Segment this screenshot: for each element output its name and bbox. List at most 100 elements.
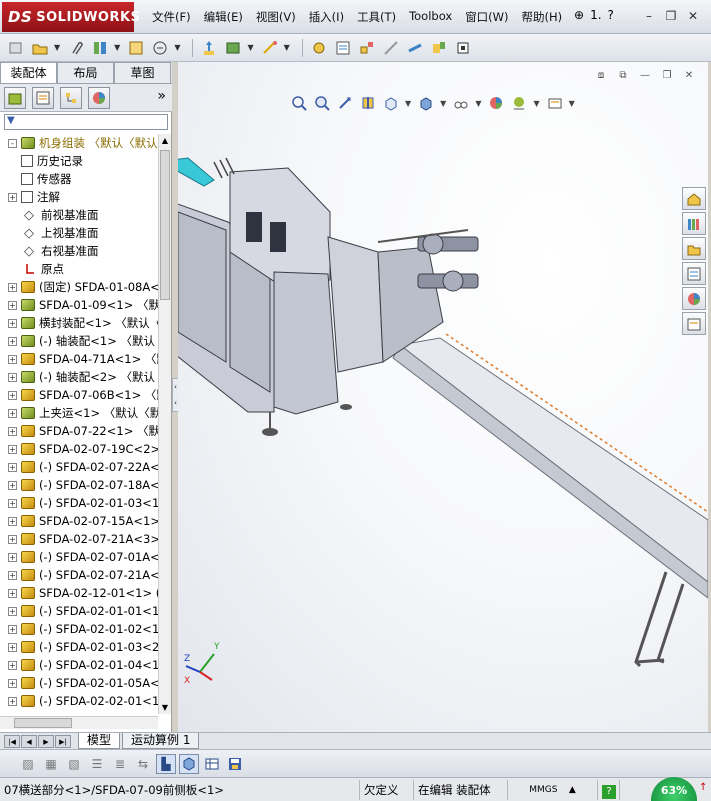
restore-icon[interactable]: ❐ [661,8,681,24]
shaded-edges-icon[interactable]: ▨ [18,754,38,774]
expand-toggle-icon[interactable]: + [8,498,17,508]
tree-item[interactable]: + (-) SFDA-02-01-01<1 [0,602,158,620]
tree-item[interactable]: + (固定) SFDA-01-08A< [0,278,158,296]
align-icon[interactable]: ⇆ [133,754,153,774]
clearance-verification-icon[interactable] [429,38,449,58]
appearances-scenes-icon[interactable] [682,287,706,310]
tree-item[interactable]: + (-) SFDA-02-01-02<1 [0,620,158,638]
show-dropdown-icon[interactable]: ▼ [247,43,253,52]
new-part-icon[interactable] [6,38,26,58]
more-tabs-icon[interactable]: » [157,88,166,104]
explode-line-sketch-icon[interactable] [381,38,401,58]
expand-toggle-icon[interactable]: + [8,336,17,346]
expand-toggle-icon[interactable]: + [8,606,17,616]
last-tab-icon[interactable]: ▶| [55,734,71,748]
table-view-icon[interactable] [202,754,222,774]
tree-item[interactable]: 原点 [0,260,158,278]
display-manager-icon[interactable] [88,86,110,109]
tree-horizontal-scrollbar[interactable] [0,716,158,729]
component-view-icon[interactable]: ▙ [156,753,176,774]
list-view-icon[interactable]: ≣ [110,754,130,774]
minimize-icon[interactable]: – [639,8,659,24]
open-folder-icon[interactable] [30,38,50,58]
exploded-view-icon[interactable] [357,38,377,58]
property-manager-icon[interactable] [32,86,54,109]
tree-item[interactable]: + (-) SFDA-02-02-01<1 [0,692,158,710]
expand-toggle-icon[interactable]: + [8,282,17,292]
scroll-down-icon[interactable]: ▼ [159,701,171,714]
tree-item[interactable]: + (-) SFDA-02-01-05A< [0,674,158,692]
show-hidden-icon[interactable] [223,38,243,58]
bill-of-materials-icon[interactable] [333,38,353,58]
status-help-icon[interactable]: ? [598,779,620,800]
expand-toggle-icon[interactable]: + [8,300,17,310]
menu-edit[interactable]: 编辑(E) [204,9,243,25]
tree-item[interactable]: + 横封装配<1> 〈默认〈 [0,314,158,332]
expand-toggle-icon[interactable]: + [8,642,17,652]
menu-insert[interactable]: 插入(I) [309,9,344,25]
tree-item[interactable]: + SFDA-02-07-19C<2> ( [0,440,158,458]
expand-toggle-icon[interactable]: + [8,588,17,598]
configuration-manager-icon[interactable] [60,86,82,109]
cube-view-icon[interactable] [179,753,199,774]
next-tab-icon[interactable]: ▶ [38,734,54,748]
shaded-icon[interactable]: ▦ [41,754,61,774]
expand-toggle-icon[interactable]: + [8,426,17,436]
expand-toggle-icon[interactable]: + [8,516,17,526]
expand-toggle-icon[interactable]: + [8,552,17,562]
tree-item[interactable]: + 注解 [0,188,158,206]
tab-layout[interactable]: 布局 [57,62,114,83]
status-units[interactable]: MMGS ▲ [508,779,598,800]
interference-detection-icon[interactable] [405,38,425,58]
expand-toggle-icon[interactable]: + [8,660,17,670]
expand-toggle-icon[interactable]: + [8,390,17,400]
feature-manager-icon[interactable] [4,86,26,109]
expand-toggle-icon[interactable]: + [8,570,17,580]
reference-geometry-icon[interactable] [309,38,329,58]
view-palette-icon[interactable] [682,262,706,285]
solidworks-logo[interactable]: DS SOLIDWORKS [2,2,140,32]
tree-item[interactable]: + (-) SFDA-02-07-18A< [0,476,158,494]
features-dropdown-icon[interactable]: ▼ [284,43,290,52]
menu-window[interactable]: 窗口(W) [465,9,508,25]
menu-tools[interactable]: 工具(T) [357,9,396,25]
wireframe-icon[interactable]: ☰ [87,754,107,774]
expand-toggle-icon[interactable]: + [8,372,17,382]
units-dropdown-icon[interactable]: ▲ [560,785,576,795]
tree-item[interactable]: - 机身组装 〈默认〈默认 [0,134,158,152]
instant3d-icon[interactable] [453,38,473,58]
expand-toggle-icon[interactable]: + [8,624,17,634]
expand-toggle-icon[interactable]: + [8,534,17,544]
first-tab-icon[interactable]: |◀ [4,734,20,748]
expand-toggle-icon[interactable]: + [8,318,17,328]
tree-item[interactable]: + SFDA-07-06B<1> 〈默 [0,386,158,404]
tree-item[interactable]: + (-) SFDA-02-01-03<2 [0,638,158,656]
fastener-dropdown-icon[interactable]: ▼ [174,43,180,52]
custom-properties-icon[interactable] [682,312,706,335]
tree-item[interactable]: + SFDA-02-07-15A<1> ( [0,512,158,530]
close-icon[interactable]: ✕ [683,8,703,24]
design-library-icon[interactable] [682,212,706,235]
expand-toggle-icon[interactable]: + [8,696,17,706]
hscroll-thumb[interactable] [14,718,72,728]
tree-item[interactable]: ◇ 上视基准面 [0,224,158,242]
help-icon[interactable]: ? [608,8,614,22]
tree-item[interactable]: 传感器 [0,170,158,188]
file-explorer-icon[interactable] [682,237,706,260]
pin-icon[interactable]: ⊕ [574,8,584,22]
tree-item[interactable]: ◇ 前视基准面 [0,206,158,224]
scroll-up-icon[interactable]: ▲ [159,134,171,147]
tree-item[interactable]: ◇ 右视基准面 [0,242,158,260]
tree-item[interactable]: + SFDA-04-71A<1> 〈默 [0,350,158,368]
expand-toggle-icon[interactable]: + [8,480,17,490]
save-view-icon[interactable] [225,754,245,774]
hidden-lines-icon[interactable]: ▧ [64,754,84,774]
expand-toggle-icon[interactable]: + [8,444,17,454]
tree-item[interactable]: + (-) 轴装配<1> 〈默认 [0,332,158,350]
smart-fastener-icon[interactable] [150,38,170,58]
expand-toggle-icon[interactable]: + [8,354,17,364]
menu-toolbox[interactable]: Toolbox [409,9,452,25]
menu-file[interactable]: 文件(F) [152,9,191,25]
expand-toggle-icon[interactable]: + [8,192,17,202]
tree-item[interactable]: 历史记录 [0,152,158,170]
